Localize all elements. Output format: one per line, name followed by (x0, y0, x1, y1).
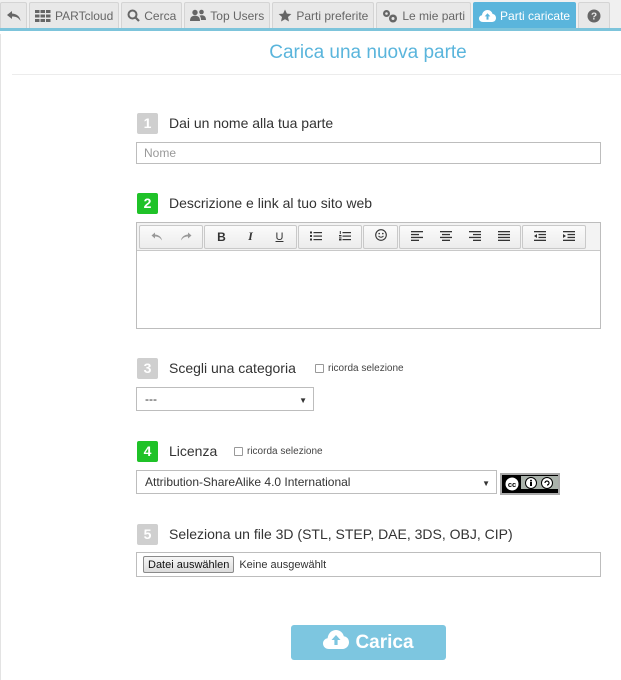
step-5-label: Seleziona un file 3D (STL, STEP, DAE, 3D… (169, 526, 513, 542)
unordered-list-button[interactable] (301, 226, 330, 248)
underline-button[interactable]: U (265, 226, 294, 248)
page-title: Carica una nuova parte (269, 42, 467, 63)
undo-button[interactable] (142, 226, 171, 248)
cc-by-sa-icon: cc (500, 473, 560, 495)
file-status: Keine ausgewählt (239, 558, 327, 571)
step-1-number: 1 (137, 113, 158, 134)
cloud-upload-icon (479, 9, 497, 22)
redo-icon (180, 230, 192, 244)
unordered-list-icon (309, 230, 322, 244)
editor-content-area[interactable] (137, 251, 600, 328)
category-selected-value: --- (145, 392, 157, 406)
tab-favorites[interactable]: Parti preferite (272, 2, 375, 28)
tab-label: PARTcloud (55, 8, 114, 23)
step-5-number: 5 (137, 524, 158, 545)
cloud-upload-icon (323, 630, 350, 655)
step-3-number: 3 (137, 358, 158, 379)
emoticon-button[interactable] (366, 226, 395, 248)
file-input: Datei auswählen Keine ausgewählt (136, 552, 601, 577)
align-group (399, 224, 521, 249)
emoticon-icon (374, 229, 387, 244)
tab-label: Parti preferite (296, 8, 369, 23)
part-name-input[interactable] (136, 142, 601, 164)
grid-icon (35, 9, 51, 22)
license-select[interactable]: Attribution-ShareAlike 4.0 International… (136, 470, 497, 494)
ordered-list-icon (338, 230, 351, 244)
magnifier-icon (127, 9, 141, 22)
tab-partcloud[interactable]: PARTcloud (29, 2, 120, 28)
tab-uploaded-parts[interactable]: Parti caricate (473, 2, 577, 28)
format-group: B I U (204, 224, 297, 249)
align-center-icon (439, 230, 452, 244)
align-left-button[interactable] (402, 226, 431, 248)
back-button[interactable] (0, 2, 27, 28)
star-icon (278, 9, 292, 22)
license-selected-value: Attribution-ShareAlike 4.0 International (145, 475, 351, 489)
tab-search[interactable]: Cerca (121, 2, 183, 28)
upload-submit-label: Carica (355, 631, 414, 653)
left-border (0, 34, 1, 680)
checkbox-box[interactable] (234, 447, 243, 456)
users-icon (190, 9, 207, 22)
tab-label: Cerca (144, 8, 177, 23)
tab-bar: PARTcloud Cerca Top Users Parti preferit… (0, 0, 621, 31)
align-center-button[interactable] (431, 226, 460, 248)
align-justify-button[interactable] (489, 226, 518, 248)
back-arrow-icon (6, 10, 22, 22)
svg-text:?: ? (591, 11, 597, 22)
title-divider (12, 74, 621, 75)
parts-icon (382, 9, 398, 23)
indent-button[interactable] (554, 226, 583, 248)
chevron-down-icon: ▼ (482, 479, 490, 488)
choose-file-button[interactable]: Datei auswählen (143, 556, 235, 573)
step-3-label: Scegli una categoria (169, 360, 296, 376)
tab-top-users[interactable]: Top Users (184, 2, 271, 28)
emoticon-group (363, 224, 398, 249)
step-4-number: 4 (137, 441, 158, 462)
step-2-label: Descrizione e link al tuo sito web (169, 195, 373, 211)
align-left-icon (410, 230, 423, 244)
description-editor: B I U (136, 222, 601, 329)
italic-button[interactable]: I (236, 226, 265, 248)
step-2-number: 2 (137, 193, 158, 214)
remember-license-checkbox[interactable]: ricorda selezione (234, 446, 323, 457)
tab-label: Le mie parti (402, 8, 466, 23)
help-button[interactable]: ? (578, 2, 611, 28)
undo-icon (151, 230, 163, 244)
outdent-button[interactable] (525, 226, 554, 248)
checkbox-box[interactable] (315, 364, 324, 373)
indent-group (522, 224, 586, 249)
remember-label: ricorda selezione (247, 446, 323, 457)
align-right-button[interactable] (460, 226, 489, 248)
align-justify-icon (497, 230, 510, 244)
remember-label: ricorda selezione (328, 363, 404, 374)
ordered-list-button[interactable] (330, 226, 359, 248)
remember-category-checkbox[interactable]: ricorda selezione (315, 363, 404, 374)
tab-label: Top Users (210, 8, 265, 23)
step-1-label: Dai un nome alla tua parte (169, 115, 334, 131)
redo-button[interactable] (171, 226, 200, 248)
outdent-icon (533, 230, 546, 244)
history-group (139, 224, 203, 249)
category-select[interactable]: --- ▼ (136, 387, 314, 411)
indent-icon (562, 230, 575, 244)
bold-button[interactable]: B (207, 226, 236, 248)
editor-toolbar: B I U (137, 223, 600, 251)
upload-submit-button[interactable]: Carica (291, 625, 446, 660)
chevron-down-icon: ▼ (299, 396, 307, 405)
help-icon: ? (587, 9, 601, 23)
align-right-icon (468, 230, 481, 244)
svg-text:cc: cc (508, 480, 516, 489)
list-group (298, 224, 362, 249)
tab-my-parts[interactable]: Le mie parti (376, 2, 472, 28)
tab-label: Parti caricate (500, 8, 571, 23)
step-4-label: Licenza (169, 443, 218, 459)
